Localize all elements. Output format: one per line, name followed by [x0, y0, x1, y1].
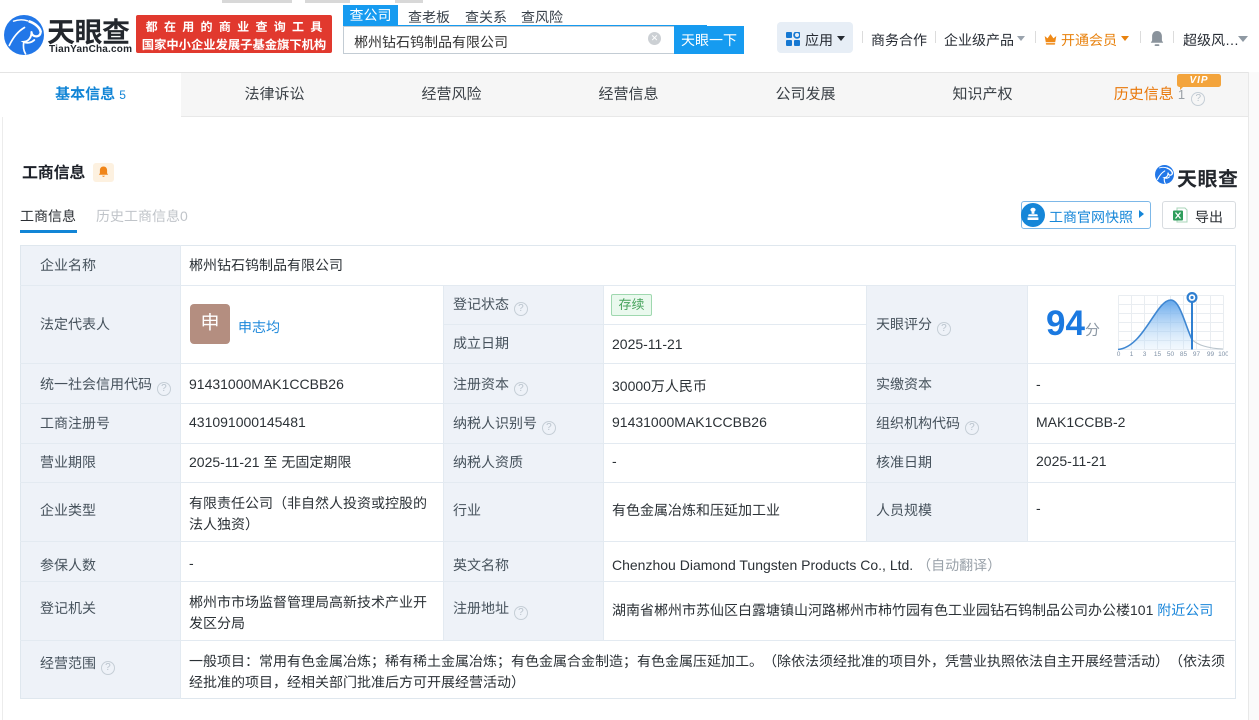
svg-text:1: 1	[1130, 351, 1134, 358]
svg-text:97: 97	[1193, 351, 1201, 358]
svg-text:15: 15	[1154, 351, 1162, 358]
svg-text:3: 3	[1143, 351, 1147, 358]
svg-text:85: 85	[1180, 351, 1188, 358]
svg-text:50: 50	[1167, 351, 1175, 358]
svg-text:0: 0	[1117, 351, 1121, 358]
svg-text:100: 100	[1218, 351, 1228, 358]
svg-text:99: 99	[1207, 351, 1215, 358]
